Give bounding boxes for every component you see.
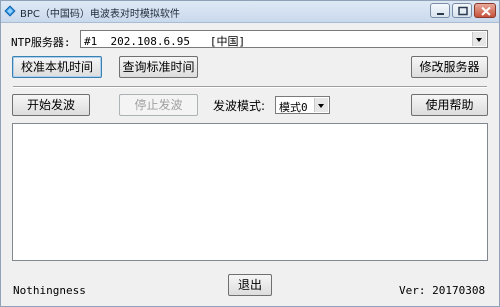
calibrate-time-button[interactable]: 校准本机时间	[12, 56, 102, 78]
output-textarea[interactable]	[12, 123, 488, 261]
chevron-down-icon[interactable]	[472, 32, 486, 46]
title-bar[interactable]: BPC（中国码）电波表对时模拟软件	[1, 1, 499, 23]
close-button[interactable]	[474, 3, 496, 18]
start-transmit-button[interactable]: 开始发波	[12, 94, 90, 116]
version-label: Ver: 20170308	[399, 284, 486, 297]
ntp-server-value: #1 202.108.6.95 [中国]	[84, 35, 246, 48]
transmit-mode-select[interactable]: 模式0	[275, 96, 330, 114]
transmit-mode-value: 模式0	[279, 101, 308, 114]
maximize-icon	[458, 6, 468, 16]
exit-button[interactable]: 退出	[228, 274, 272, 296]
app-window: BPC（中国码）电波表对时模拟软件 NTP服务器: #1 202.108.6.9…	[0, 0, 500, 307]
stop-transmit-button[interactable]: 停止发波	[119, 94, 198, 116]
window-title: BPC（中国码）电波表对时模拟软件	[20, 9, 180, 20]
divider	[13, 86, 487, 88]
ntp-server-select[interactable]: #1 202.108.6.95 [中国]	[80, 30, 488, 48]
modify-server-button[interactable]: 修改服务器	[411, 56, 488, 78]
author-label: Nothingness	[13, 284, 86, 297]
close-icon	[481, 6, 491, 16]
chevron-down-icon[interactable]	[314, 98, 328, 112]
help-button[interactable]: 使用帮助	[411, 94, 488, 116]
ntp-server-label: NTP服务器:	[11, 36, 71, 49]
minimize-icon	[437, 13, 444, 15]
maximize-button[interactable]	[452, 3, 472, 18]
transmit-mode-label: 发波模式:	[213, 99, 266, 113]
app-icon	[4, 5, 16, 17]
query-standard-time-button[interactable]: 查询标准时间	[119, 56, 198, 78]
minimize-button[interactable]	[430, 3, 450, 18]
